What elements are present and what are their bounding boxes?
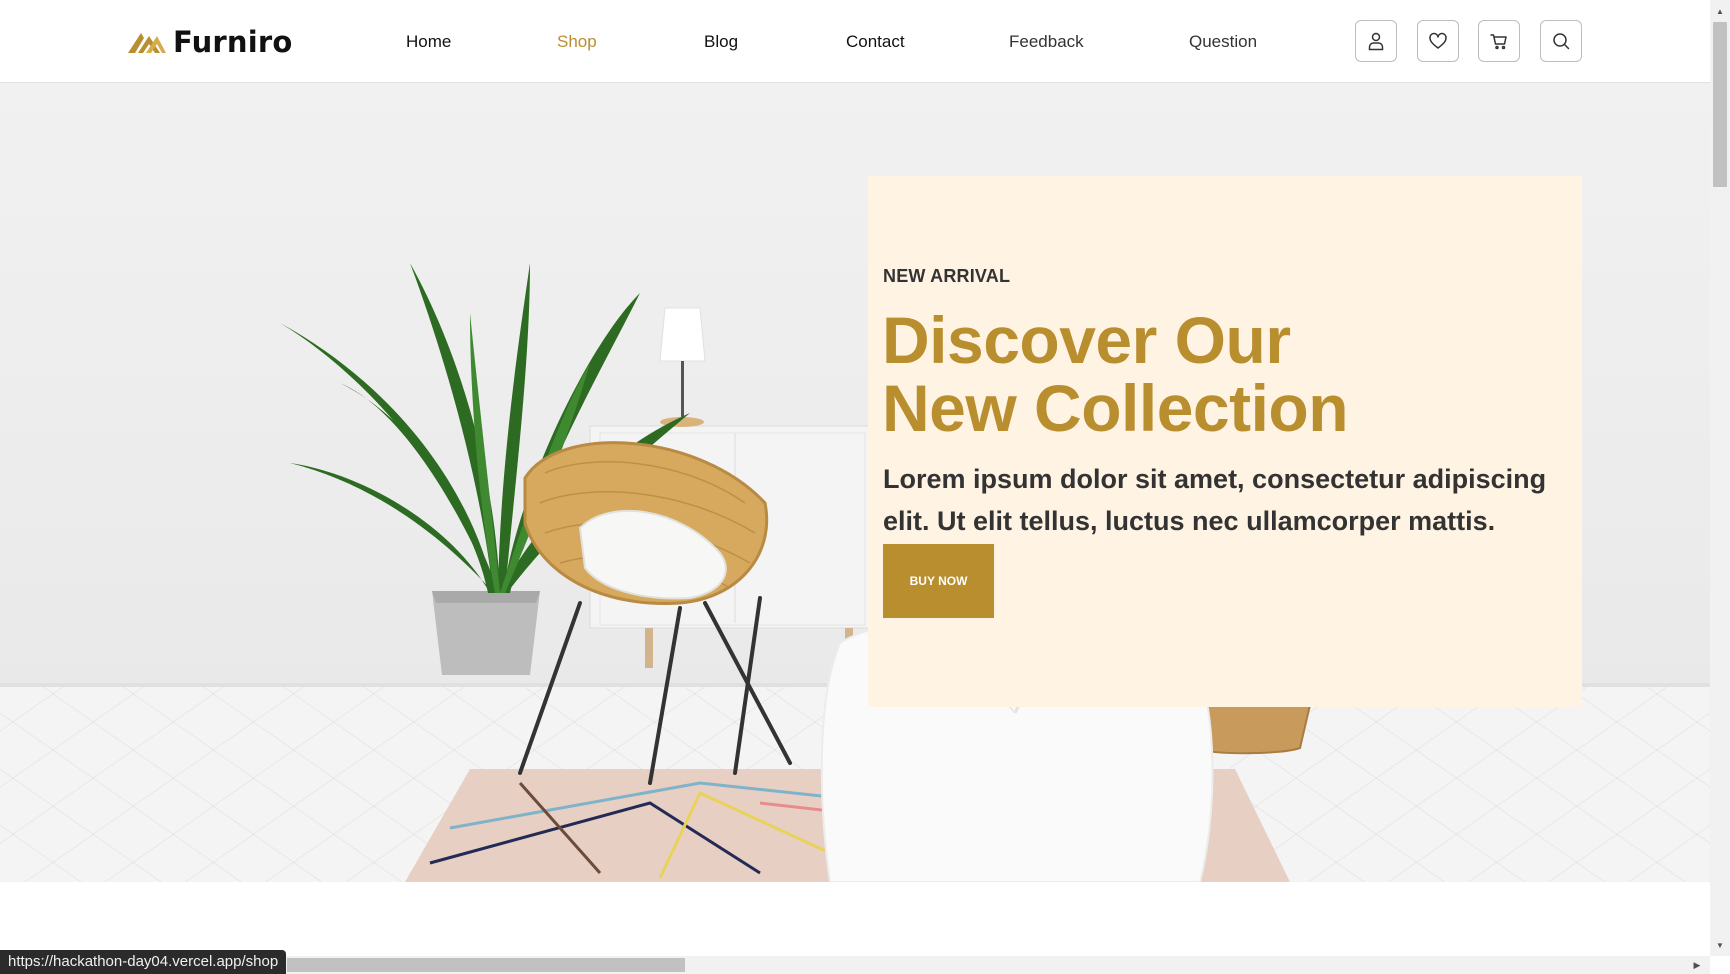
wishlist-button[interactable]	[1417, 20, 1459, 62]
cart-icon	[1490, 34, 1507, 50]
buy-now-button[interactable]: BUY NOW	[883, 544, 994, 618]
nav-item-blog[interactable]: Blog	[704, 32, 738, 52]
site-header: Furniro Home Shop Blog Contact Feedback …	[0, 0, 1710, 83]
search-button[interactable]	[1540, 20, 1582, 62]
scroll-right-arrow-icon[interactable]: ▶	[1690, 958, 1704, 972]
nav-item-shop[interactable]: Shop	[557, 32, 597, 52]
cart-button[interactable]	[1478, 20, 1520, 62]
hero-title-line-1: Discover Our	[882, 303, 1291, 377]
page: Furniro Home Shop Blog Contact Feedback …	[0, 0, 1730, 974]
link-status-bar: https://hackathon-day04.vercel.app/shop	[0, 950, 287, 974]
hero-promo-card: NEW ARRIVAL Discover Our New Collection …	[868, 176, 1582, 707]
hero-section: NEW ARRIVAL Discover Our New Collection …	[0, 83, 1710, 882]
scroll-down-arrow-icon[interactable]: ▼	[1713, 938, 1727, 952]
horizontal-scroll-thumb[interactable]	[287, 958, 685, 972]
user-icon	[1368, 32, 1384, 51]
nav-item-question[interactable]: Question	[1189, 32, 1257, 52]
account-button[interactable]	[1355, 20, 1397, 62]
hero-eyebrow: NEW ARRIVAL	[883, 266, 1011, 286]
nav-item-feedback[interactable]: Feedback	[1009, 32, 1084, 52]
search-icon	[1553, 33, 1570, 50]
nav-item-home[interactable]: Home	[406, 32, 451, 52]
brand-name: Furniro	[173, 25, 293, 59]
heart-icon	[1429, 32, 1447, 49]
scroll-up-arrow-icon[interactable]: ▲	[1713, 4, 1727, 18]
brand-logo[interactable]: Furniro	[127, 24, 293, 60]
hero-title-line-2: New Collection	[882, 371, 1349, 445]
nav-item-contact[interactable]: Contact	[846, 32, 905, 52]
hero-title: Discover Our New Collection	[882, 306, 1562, 442]
double-mountain-logo-icon	[128, 33, 166, 53]
vertical-scroll-thumb[interactable]	[1713, 22, 1727, 187]
hero-description: Lorem ipsum dolor sit amet, consectetur …	[883, 464, 1547, 536]
